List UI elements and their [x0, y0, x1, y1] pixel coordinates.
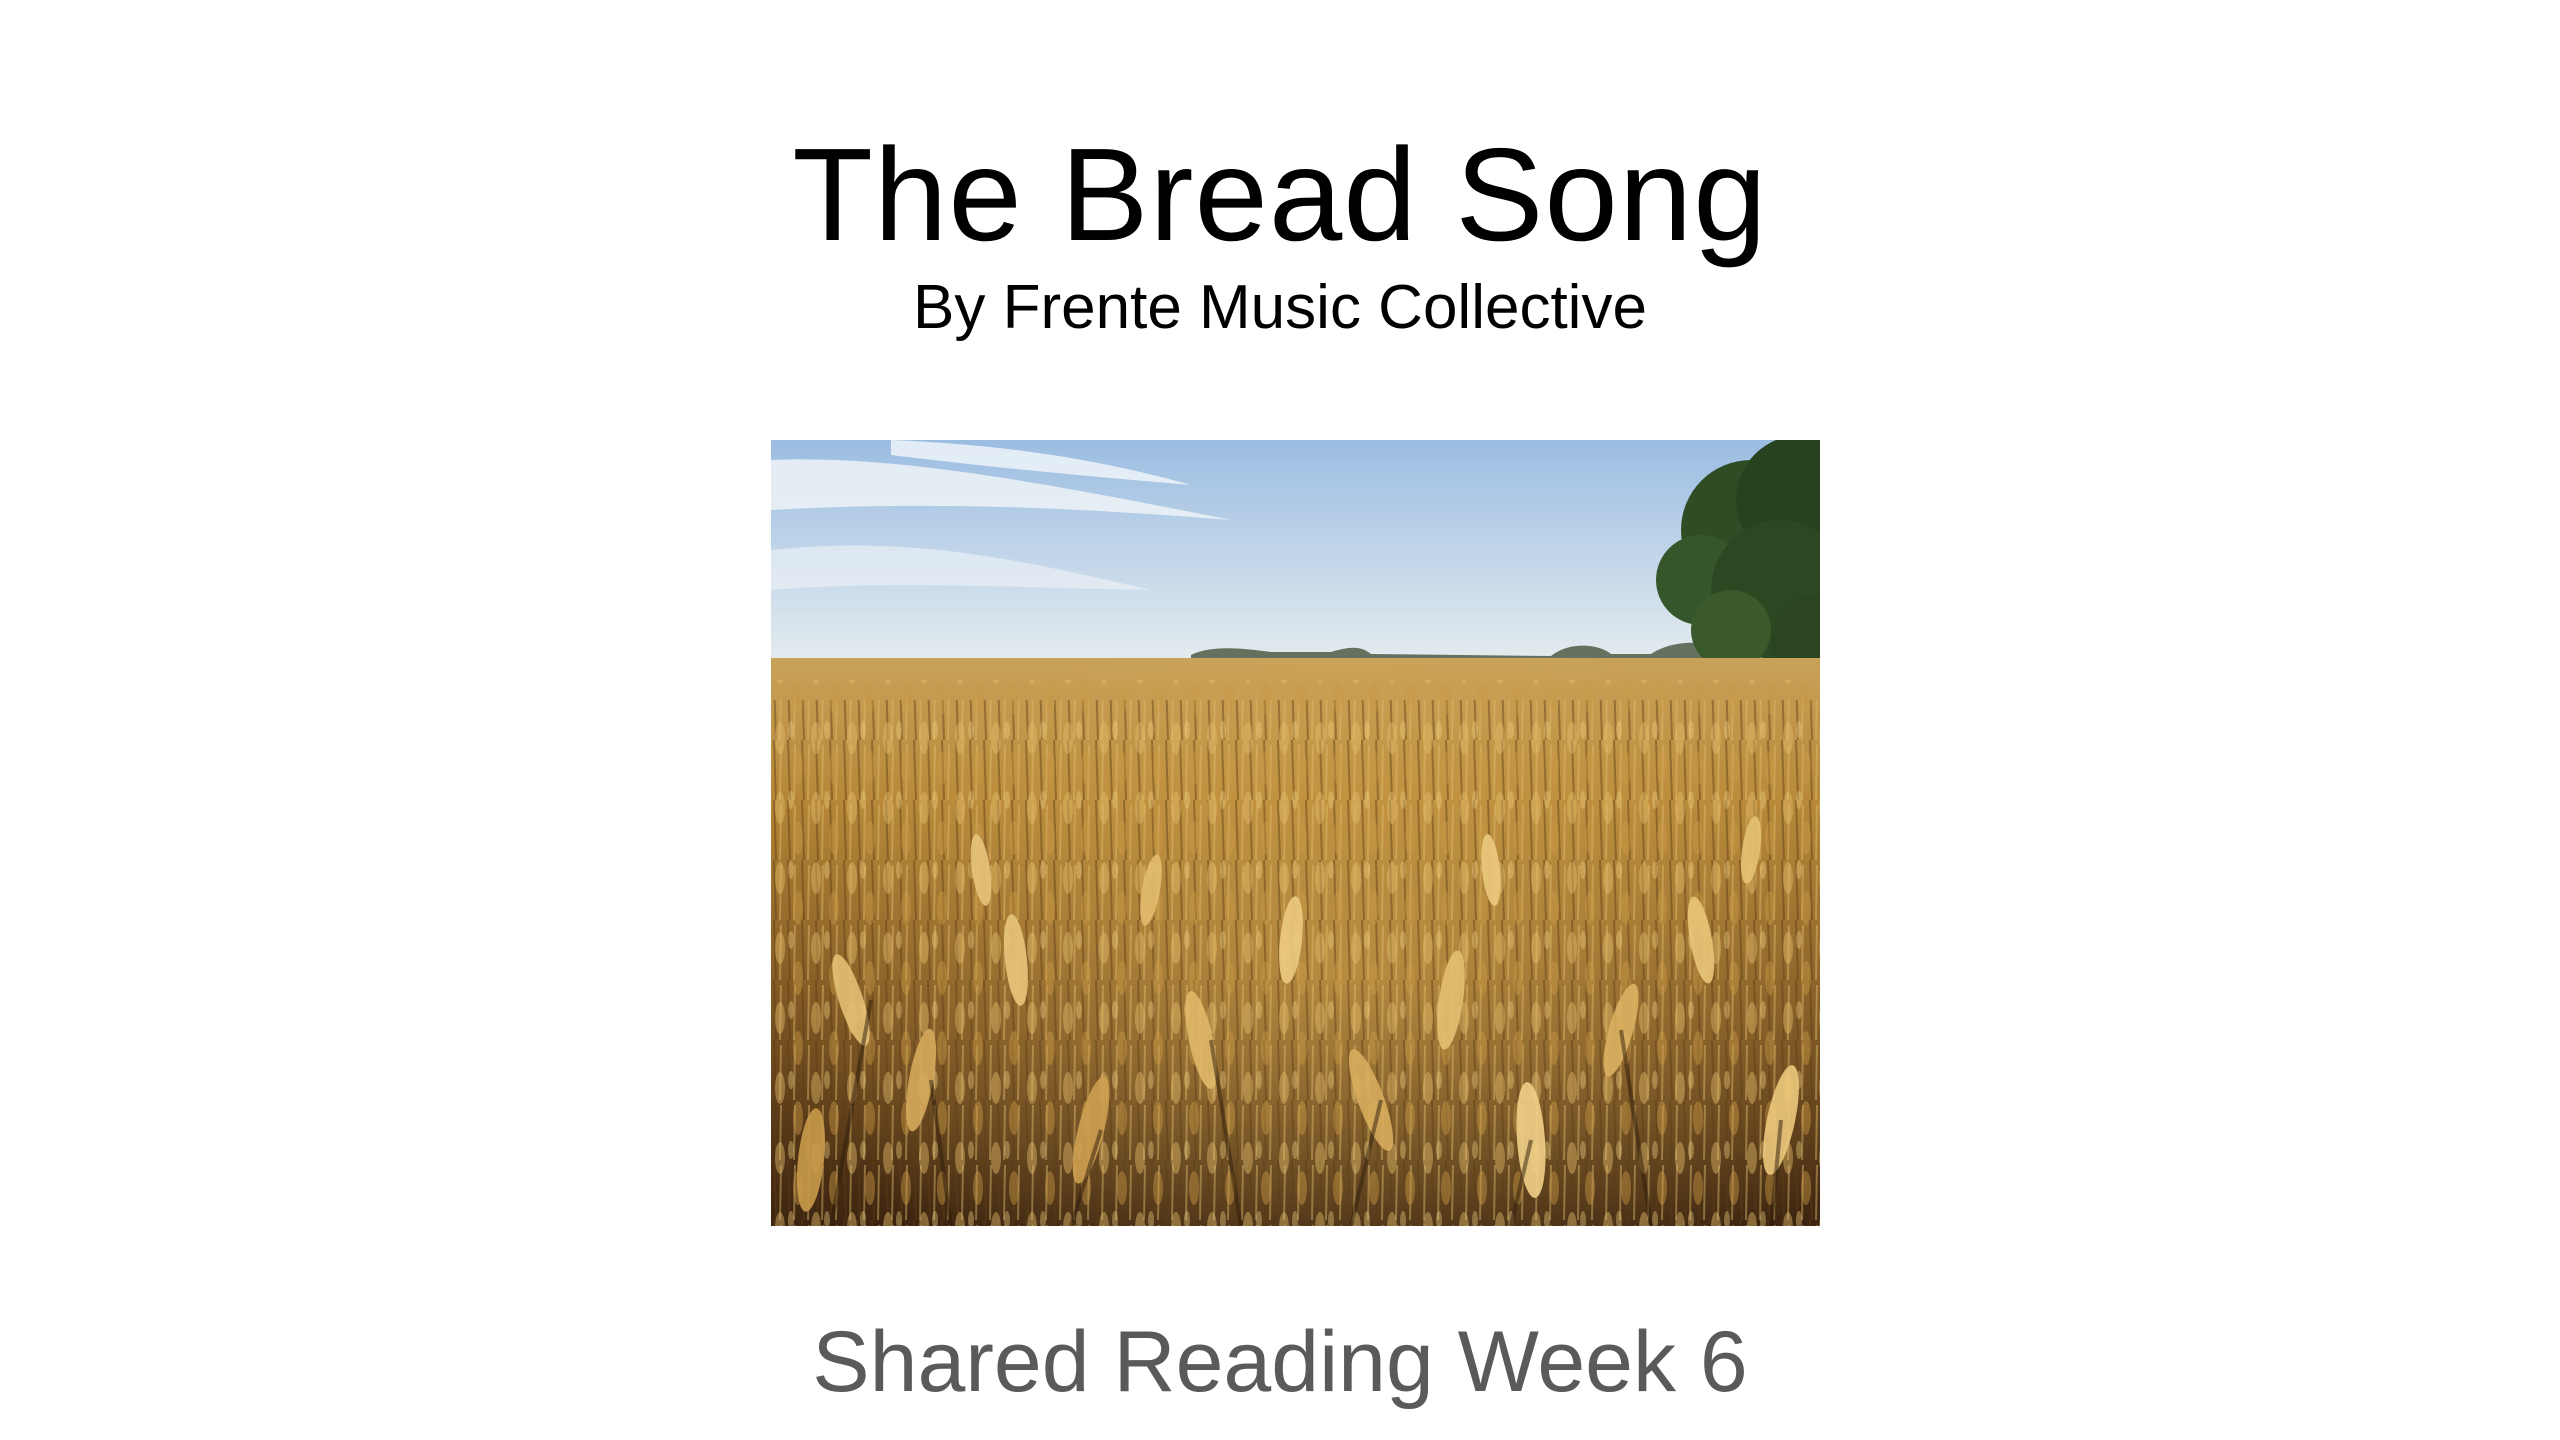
slide-title: The Bread Song: [792, 121, 1768, 268]
slide-subtitle: By Frente Music Collective: [913, 273, 1647, 342]
slide: The Bread Song By Frente Music Collectiv…: [0, 0, 2560, 1440]
wheat-field-photo: [771, 440, 1820, 1226]
slide-footer: Shared Reading Week 6: [812, 1314, 1748, 1410]
wheat-field-image: [771, 440, 1820, 1226]
